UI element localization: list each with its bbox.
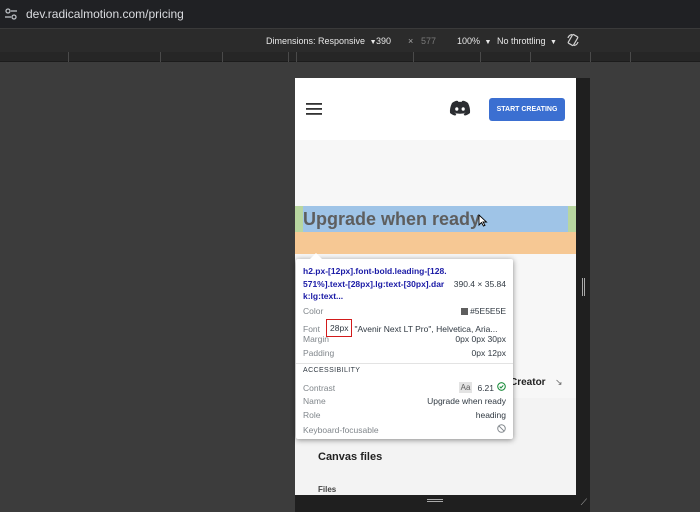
font-family-value: "Avenir Next LT Pro", Helvetica, Aria... xyxy=(354,323,498,334)
viewport-resize-handle-bottom[interactable]: ⟋ xyxy=(295,495,590,512)
name-label: Name xyxy=(303,396,326,406)
font-label: Font xyxy=(303,323,321,334)
heading-margin-overlay xyxy=(295,232,576,254)
chevron-down-icon: ▼ xyxy=(550,38,557,46)
ruler-tick xyxy=(630,52,631,62)
corner-resize-icon[interactable]: ⟋ xyxy=(581,497,587,508)
throttling-dropdown[interactable]: No throttling ▼ xyxy=(497,36,557,46)
contrast-value: 6.21 xyxy=(477,382,494,393)
start-creating-button[interactable]: START CREATING xyxy=(489,98,565,121)
chevron-down-icon: ▼ xyxy=(484,38,492,46)
site-settings-icon[interactable] xyxy=(4,7,18,21)
ruler-tick xyxy=(480,52,481,62)
ruler-tick xyxy=(160,52,161,62)
keyboard-focusable-label: Keyboard-focusable xyxy=(303,424,379,435)
accessibility-heading: ACCESSIBILITY xyxy=(303,367,361,374)
ruler-tick xyxy=(296,52,297,62)
ruler-tick xyxy=(288,52,289,62)
cursor-icon xyxy=(478,213,488,232)
divider xyxy=(296,363,513,364)
element-size: 390.4 × 35.84 xyxy=(453,279,506,289)
creator-plan-title: Creator xyxy=(510,377,546,388)
role-value: heading xyxy=(475,410,506,420)
contrast-label: Contrast xyxy=(303,382,336,393)
ruler-tick xyxy=(222,52,223,62)
not-focusable-icon xyxy=(497,424,506,435)
name-value: Upgrade when ready xyxy=(427,396,506,406)
device-toolbar: Dimensions: Responsive ▼ 390 × 577 100% … xyxy=(0,28,700,52)
resize-grip-icon[interactable] xyxy=(582,278,585,296)
url-text[interactable]: dev.radicalmotion.com/pricing xyxy=(26,7,184,21)
padding-label: Padding xyxy=(303,348,335,358)
files-label: Files xyxy=(318,485,337,494)
throttling-label: No throttling xyxy=(497,35,546,46)
color-value-group: #5E5E5E xyxy=(461,306,506,316)
address-bar: dev.radicalmotion.com/pricing xyxy=(0,0,700,28)
ruler-tick xyxy=(413,52,414,62)
color-swatch-icon xyxy=(461,308,469,316)
color-value: #5E5E5E xyxy=(470,306,506,316)
color-label: Color xyxy=(303,306,324,316)
page-heading: Upgrade when ready xyxy=(303,209,481,229)
hamburger-menu-icon[interactable] xyxy=(306,102,322,120)
zoom-dropdown[interactable]: 100% ▼ xyxy=(457,36,491,46)
site-header: START CREATING xyxy=(295,78,576,140)
discord-icon[interactable] xyxy=(449,100,471,121)
zoom-label: 100% xyxy=(457,35,481,46)
role-label: Role xyxy=(303,410,321,420)
canvas-files-heading: Canvas files xyxy=(318,451,383,463)
ruler-tick xyxy=(530,52,531,62)
margin-value: 0px 0px 30px xyxy=(455,334,506,344)
ruler-tick xyxy=(68,52,69,62)
inspect-tooltip: h2.px-[12px].font-bold.leading-[128.571%… xyxy=(296,253,513,439)
rotate-icon[interactable] xyxy=(566,33,580,49)
element-selector: h2.px-[12px].font-bold.leading-[128.571%… xyxy=(303,266,447,301)
contrast-sample: Aa xyxy=(458,382,473,393)
resize-grip-icon[interactable] xyxy=(427,499,443,502)
ruler-tick xyxy=(590,52,591,62)
dimensions-label: Dimensions: Responsive xyxy=(266,35,366,46)
height-input[interactable]: 577 xyxy=(421,36,436,46)
arrow-down-right-icon[interactable]: ↘ xyxy=(555,377,563,388)
padding-value: 0px 12px xyxy=(471,348,507,358)
media-query-ruler[interactable] xyxy=(0,52,700,62)
check-circle-icon xyxy=(497,382,506,393)
width-input[interactable]: 390 xyxy=(376,36,391,46)
dimensions-dropdown[interactable]: Dimensions: Responsive ▼ xyxy=(266,36,377,46)
margin-label: Margin xyxy=(303,334,329,344)
times-symbol: × xyxy=(408,35,414,46)
viewport-resize-handle-right[interactable] xyxy=(576,78,590,495)
contrast-value-group: Aa 6.21 xyxy=(458,382,506,393)
